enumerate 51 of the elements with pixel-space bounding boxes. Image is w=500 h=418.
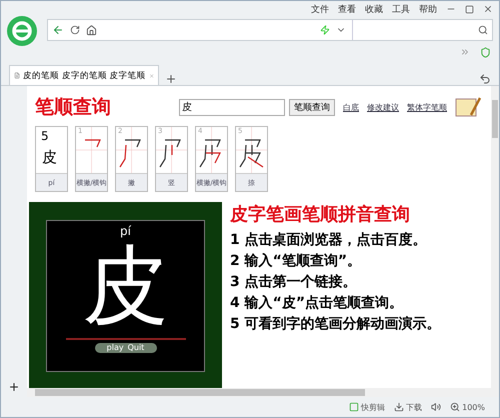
pinyin: pí	[120, 224, 131, 238]
character-pen-icon	[455, 96, 481, 118]
reload-icon[interactable]	[70, 25, 80, 35]
article-title: 皮字笔画笔顺拼音查询	[230, 203, 411, 226]
stroke-drawing	[76, 127, 107, 173]
zoom-icon[interactable]	[450, 402, 460, 412]
link[interactable]: 白底	[343, 102, 359, 112]
player-button[interactable]: play	[106, 343, 124, 353]
page-title: 笔顺查询	[35, 95, 112, 120]
stroke-count: 5	[41, 129, 49, 143]
close-icon[interactable]	[483, 4, 493, 14]
step-text: 3 点击第一个链接。	[230, 273, 358, 291]
browser-tab[interactable]: 皮的笔顺 皮字的笔顺 皮字笔顺	[9, 65, 159, 85]
stroke-drawing	[196, 127, 227, 173]
download-icon[interactable]	[394, 402, 404, 412]
status-item[interactable]: 下载	[406, 402, 422, 412]
stroke-drawing	[116, 127, 147, 173]
zoom-level[interactable]: 100%	[462, 402, 485, 412]
volume-icon[interactable]	[431, 402, 442, 412]
status-item[interactable]: 快剪辑	[361, 402, 386, 412]
page-icon	[14, 71, 20, 80]
step-text: 1 点击桌面浏览器，点击百度。	[230, 231, 428, 249]
menu-item[interactable]: 收藏	[365, 2, 383, 16]
menu-item[interactable]: 工具	[392, 2, 410, 16]
maximize-icon[interactable]	[465, 4, 474, 14]
link[interactable]: 修改建议	[367, 102, 399, 112]
back-icon[interactable]	[52, 24, 64, 36]
home-icon[interactable]	[86, 24, 97, 36]
stroke-drawing	[156, 127, 187, 173]
stroke-drawing	[236, 127, 267, 173]
scrollbar-thumb[interactable]	[492, 100, 498, 138]
big-character: 皮	[82, 238, 168, 334]
player-button[interactable]: Quit	[128, 343, 144, 353]
search-button[interactable]: 笔顺查询	[289, 98, 335, 116]
browser-logo-icon	[6, 15, 38, 47]
new-tab-icon[interactable]	[165, 73, 177, 85]
tab-title: 皮的笔顺 皮字的笔顺 皮字笔顺	[23, 70, 146, 82]
menu-item[interactable]: 帮助	[419, 2, 437, 16]
link[interactable]: 繁体字笔顺	[407, 102, 447, 112]
character: 皮	[42, 148, 57, 167]
scrollbar-thumb[interactable]	[35, 389, 365, 396]
restore-icon[interactable]	[479, 73, 491, 85]
step-text: 4 输入“皮”点击笔顺查询。	[230, 294, 404, 312]
step-text: 5 可看到字的笔画分解动画演示。	[230, 315, 441, 333]
add-icon[interactable]	[8, 381, 20, 393]
search-field[interactable]: 皮	[179, 98, 285, 116]
menu-item[interactable]: 查看	[338, 2, 356, 16]
search-icon[interactable]	[478, 25, 488, 35]
step-text: 2 输入“笔顺查询”。	[230, 252, 362, 270]
shield-icon[interactable]	[480, 46, 491, 58]
menu-item[interactable]: 文件	[311, 2, 329, 16]
